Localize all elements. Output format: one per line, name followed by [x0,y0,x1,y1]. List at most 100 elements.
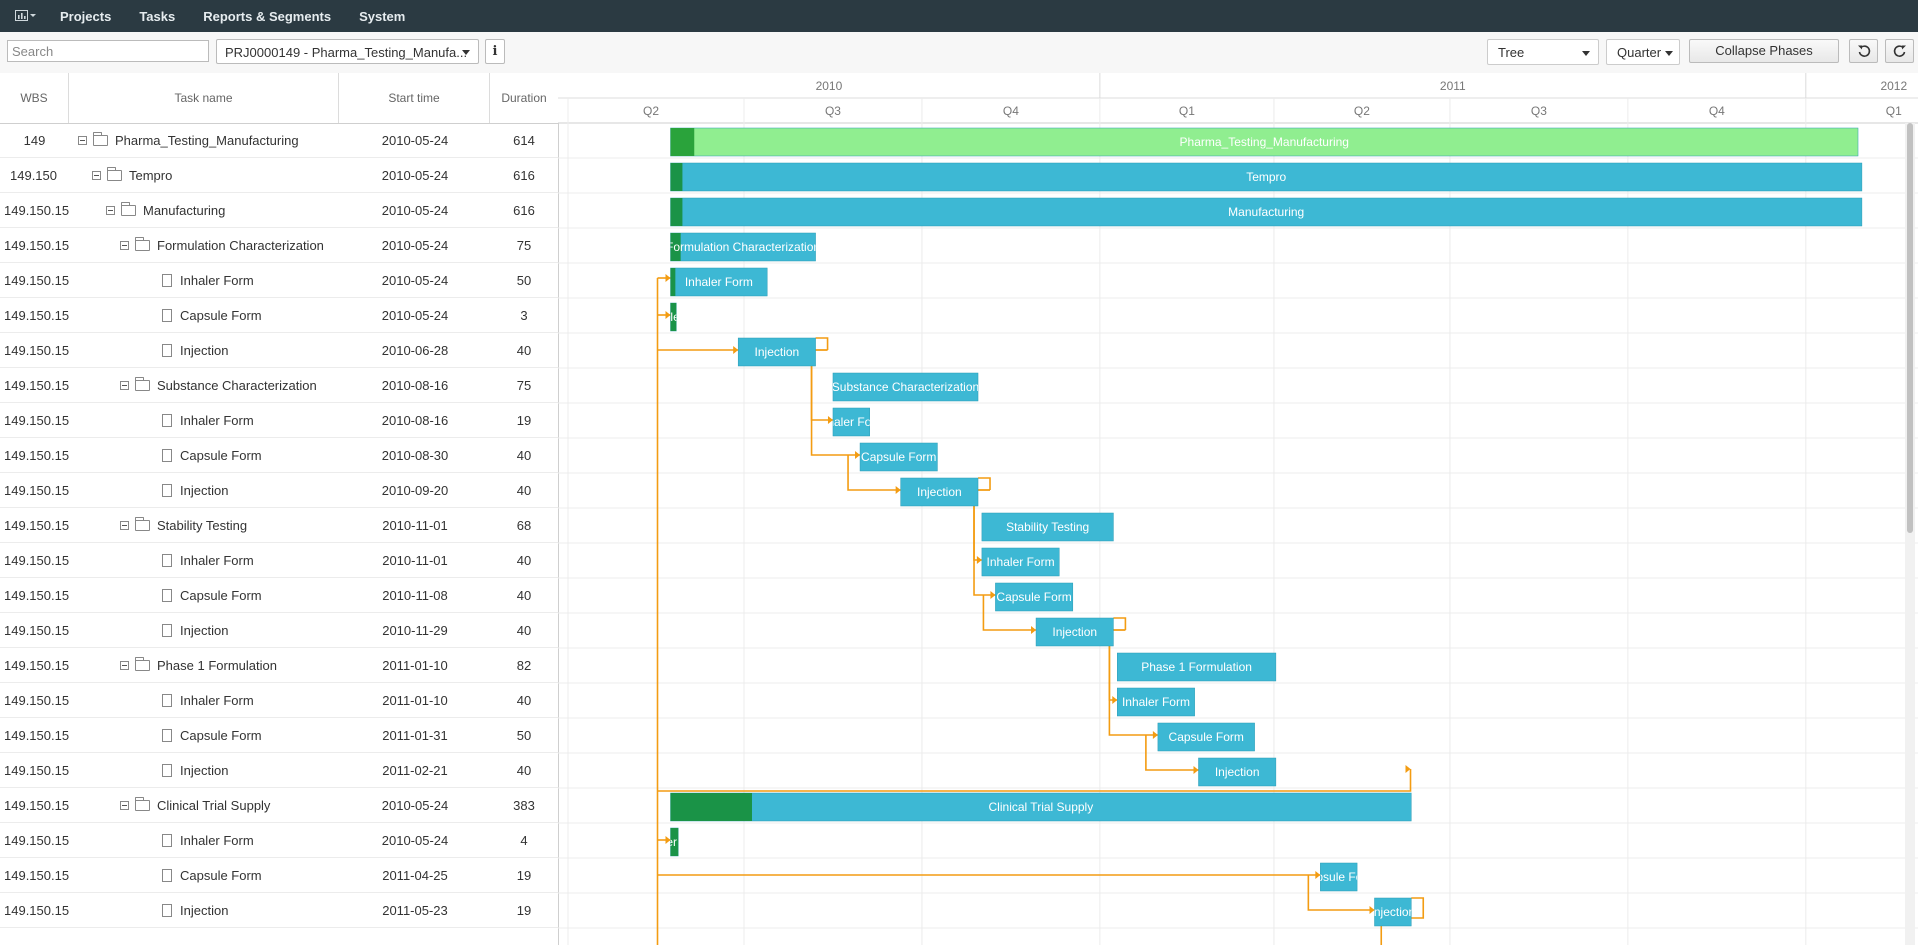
task-name-cell[interactable]: Formulation Characterization [120,228,324,263]
start-time-cell: 2010-05-24 [381,238,449,253]
gantt-bar[interactable]: Inhaler Form [817,407,885,437]
table-row[interactable]: 149.150.15 Inhaler Form 2010-08-16 19 [0,403,558,438]
wbs-column-header[interactable]: WBS [0,73,69,123]
table-row[interactable]: 149.150.15 Injection 2010-09-20 40 [0,473,558,508]
gantt-bar[interactable]: Capsule Form [995,582,1074,612]
gantt-bar[interactable]: Injection [1198,757,1277,787]
table-row[interactable]: 149.150.15 Injection 2011-02-21 40 [0,753,558,788]
task-name-cell[interactable]: Inhaler Form [162,263,254,298]
nav-tasks[interactable]: Tasks [139,9,175,24]
start-time-cell: 2010-05-24 [381,273,449,288]
start-time-cell: 2010-06-28 [381,343,449,358]
scrollbar-thumb[interactable] [1907,123,1913,533]
gantt-bar[interactable]: Capsule Form [636,302,711,332]
table-row[interactable]: 149.150.15 Injection 2010-11-29 40 [0,613,558,648]
task-name-cell[interactable]: Capsule Form [162,298,262,333]
gantt-bar[interactable]: Capsule Form [1301,862,1376,892]
task-name-cell[interactable]: Injection [162,893,228,928]
collapse-toggle-icon[interactable] [120,521,129,530]
gantt-bar[interactable]: Phase 1 Formulation [1117,652,1277,682]
gantt-bar[interactable]: Tempro [670,162,1863,192]
gantt-bar[interactable]: Pharma_Testing_Manufacturing [670,127,1859,157]
table-row[interactable]: 149.150.15 Inhaler Form 2011-01-10 40 [0,683,558,718]
gantt-bar[interactable]: Stability Testing [981,512,1114,542]
table-row[interactable]: 149.150.15 Inhaler Form 2010-05-24 4 [0,823,558,858]
collapse-toggle-icon[interactable] [120,381,129,390]
table-row[interactable]: 149.150.15 Substance Characterization 2010… [0,368,558,403]
scale-select[interactable]: Quarter [1606,39,1680,65]
task-name-cell[interactable]: Pharma_Testing_Manufacturing [78,123,299,158]
task-name-cell[interactable]: Manufacturing [106,193,225,228]
table-row[interactable]: 149.150.15 Inhaler Form 2010-05-24 50 [0,263,558,298]
task-name-cell[interactable]: Injection [162,753,228,788]
nav-reports-segments[interactable]: Reports & Segments [203,9,331,24]
nav-system[interactable]: System [359,9,405,24]
collapse-phases-button[interactable]: Collapse Phases [1689,39,1839,63]
gantt-bar[interactable]: Inhaler Form [640,827,708,857]
table-row[interactable]: 149.150.15 Inhaler Form 2010-11-01 40 [0,543,558,578]
table-row[interactable]: 149.150.15 Manufacturing 2010-05-24 616 [0,193,558,228]
info-button[interactable]: i [485,39,505,64]
task-name-cell[interactable]: Inhaler Form [162,683,254,718]
vertical-scrollbar[interactable] [1905,123,1915,945]
gantt-bar[interactable]: Substance Characterization [832,372,979,402]
gantt-bar[interactable]: Injection [1371,897,1416,927]
task-name-cell[interactable]: Stability Testing [120,508,247,543]
redo-button[interactable] [1885,39,1914,63]
collapse-toggle-icon[interactable] [120,661,129,670]
table-row[interactable]: 149.150.15 Capsule Form 2011-01-31 50 [0,718,558,753]
view-mode-select[interactable]: Tree [1487,39,1599,65]
task-name-column-header[interactable]: Task name [69,73,339,123]
task-name-cell[interactable]: Inhaler Form [162,543,254,578]
table-row[interactable]: 149.150.15 Stability Testing 2010-11-01 68 [0,508,558,543]
task-name-cell[interactable]: Injection [162,613,228,648]
duration-column-header[interactable]: Duration [490,73,558,123]
table-row[interactable]: 149.150.15 Formulation Characterization 20… [0,228,558,263]
gantt-bar[interactable]: Manufacturing [670,197,1863,227]
task-name-cell[interactable]: Clinical Trial Supply [120,788,270,823]
table-row[interactable]: 149.150.15 Injection 2011-05-23 19 [0,893,558,928]
task-name-cell[interactable]: Capsule Form [162,718,262,753]
project-select[interactable]: PRJ0000149 - Pharma_Testing_Manufa... [216,39,479,64]
task-name-cell[interactable]: Phase 1 Formulation [120,648,277,683]
collapse-toggle-icon[interactable] [120,241,129,250]
table-row[interactable]: 149.150 Tempro 2010-05-24 616 [0,158,558,193]
gantt-bar[interactable]: Clinical Trial Supply [670,792,1412,822]
table-row[interactable]: 149.150.15 Capsule Form 2010-11-08 40 [0,578,558,613]
task-name-cell[interactable]: Tempro [92,158,172,193]
table-row[interactable]: 149.150.15 Capsule Form 2010-05-24 3 [0,298,558,333]
collapse-toggle-icon[interactable] [106,206,115,215]
nav-projects[interactable]: Projects [60,9,111,24]
table-row[interactable]: 149.150.15 Injection 2010-06-28 40 [0,333,558,368]
gantt-bar[interactable]: Inhaler Form [670,267,768,297]
task-name-cell[interactable]: Injection [162,473,228,508]
table-row[interactable]: 149 Pharma_Testing_Manufacturing 2010-05-2… [0,123,558,158]
gantt-bar[interactable]: Inhaler Form [1117,687,1195,717]
gantt-bar[interactable]: Capsule Form [1157,722,1255,752]
table-row[interactable]: 149.150.15 Capsule Form 2010-08-30 40 [0,438,558,473]
gantt-bar[interactable]: Injection [737,337,816,367]
collapse-toggle-icon[interactable] [92,171,101,180]
undo-button[interactable] [1849,39,1878,63]
gantt-bar[interactable]: Formulation Characterization [666,232,820,262]
collapse-toggle-icon[interactable] [78,136,87,145]
collapse-toggle-icon[interactable] [120,801,129,810]
table-row[interactable]: 149.150.15 Clinical Trial Supply 2010-05-2… [0,788,558,823]
task-name-cell[interactable]: Capsule Form [162,858,262,893]
link-arrow [990,591,996,599]
chart-icon[interactable] [6,0,46,32]
gantt-bar[interactable]: Injection [900,477,979,507]
gantt-bar[interactable]: Injection [1035,617,1114,647]
task-name-cell[interactable]: Injection [162,333,228,368]
table-row[interactable]: 149.150.15 Capsule Form 2011-04-25 19 [0,858,558,893]
search-input[interactable] [7,40,209,62]
task-name-cell[interactable]: Inhaler Form [162,823,254,858]
start-time-column-header[interactable]: Start time [339,73,490,123]
gantt-bar[interactable]: Capsule Form [859,442,938,472]
task-name-cell[interactable]: Capsule Form [162,438,262,473]
task-name-cell[interactable]: Inhaler Form [162,403,254,438]
table-row[interactable]: 149.150.15 Phase 1 Formulation 2011-01-10 8… [0,648,558,683]
gantt-bar[interactable]: Inhaler Form [981,547,1060,577]
task-name-cell[interactable]: Capsule Form [162,578,262,613]
task-name-cell[interactable]: Substance Characterization [120,368,317,403]
